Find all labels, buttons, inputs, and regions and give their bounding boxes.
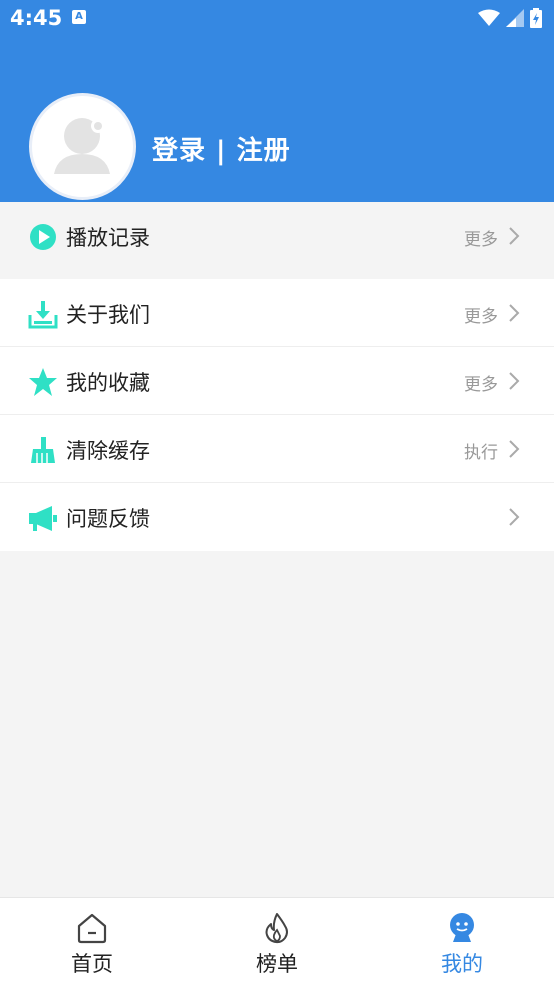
wifi-icon [478, 9, 500, 26]
broom-icon [31, 437, 55, 463]
flame-icon [265, 913, 288, 944]
menu-item-clear-cache[interactable]: 清除缓存 执行 [0, 415, 554, 483]
more-link[interactable]: 更多 [464, 302, 498, 327]
menu-label: 清除缓存 [66, 439, 150, 463]
profile-header: 4:45 A 登录 | 注册 [0, 0, 554, 202]
chevron-right-icon [509, 508, 520, 526]
avatar-placeholder-icon [54, 118, 110, 174]
tab-home[interactable]: 首页 [0, 898, 184, 985]
menu-label: 播放记录 [66, 226, 150, 250]
menu-label: 我的收藏 [66, 371, 150, 395]
chevron-right-icon [509, 227, 520, 245]
menu-item-feedback[interactable]: 问题反馈 [0, 483, 554, 551]
menu-item-about-us[interactable]: 关于我们 更多 [0, 279, 554, 347]
tab-label: 榜单 [256, 952, 298, 976]
chevron-right-icon [509, 304, 520, 322]
tab-mine[interactable]: 我的 [370, 898, 554, 985]
bottom-tab-bar: 首页 榜单 我的 [0, 897, 554, 985]
download-tray-icon [28, 301, 58, 329]
tab-ranking[interactable]: 榜单 [185, 898, 369, 985]
signal-icon [506, 9, 524, 27]
star-icon [29, 368, 57, 396]
status-time: 4:45 [10, 6, 63, 30]
menu-label: 关于我们 [66, 303, 150, 327]
more-link[interactable]: 更多 [464, 370, 498, 395]
notification-icon: A [72, 10, 86, 24]
status-bar: 4:45 A [0, 0, 554, 38]
execute-link[interactable]: 执行 [464, 438, 498, 463]
more-link[interactable]: 更多 [464, 225, 498, 250]
chevron-right-icon [509, 440, 520, 458]
menu-label: 问题反馈 [66, 507, 150, 531]
status-icons [478, 8, 542, 28]
battery-icon [530, 8, 542, 28]
home-icon [77, 913, 107, 944]
menu-item-favorites[interactable]: 我的收藏 更多 [0, 347, 554, 415]
megaphone-icon [29, 506, 57, 531]
chevron-right-icon [509, 372, 520, 390]
login-register-link[interactable]: 登录 | 注册 [152, 130, 291, 167]
avatar[interactable] [29, 93, 136, 200]
menu-item-play-history[interactable]: 播放记录 更多 [0, 202, 554, 270]
play-circle-icon [30, 224, 56, 250]
profile-icon [450, 913, 474, 942]
tab-label: 我的 [441, 952, 483, 976]
tab-label: 首页 [71, 952, 113, 976]
